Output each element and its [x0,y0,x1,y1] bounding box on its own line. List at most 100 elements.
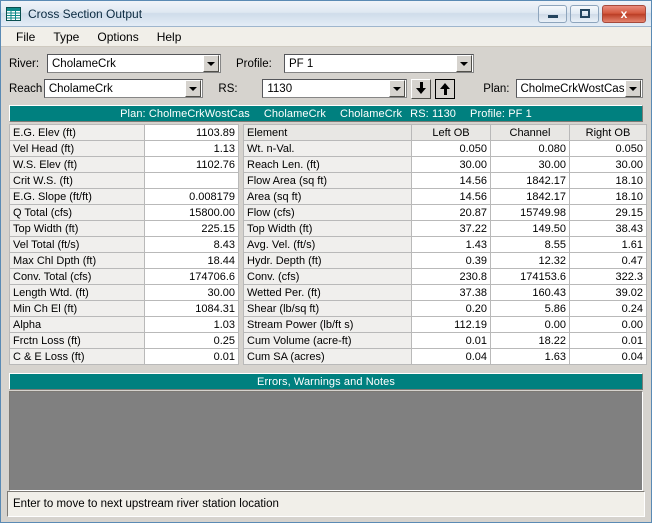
row-label: Top Width (ft) [9,220,145,237]
plan-summary-profile: Profile: PF 1 [470,107,532,120]
row-label: Reach Len. (ft) [243,156,412,173]
minimize-icon [547,15,558,18]
minimize-button[interactable] [538,4,567,23]
cell-right-ob: 0.47 [569,252,647,269]
cell-channel: 174153.6 [490,268,570,285]
cell-channel: 0.00 [490,316,570,333]
errors-panel-title: Errors, Warnings and Notes [9,373,643,390]
row-value: 1.13 [144,140,239,157]
reach-value: CholameCrk [48,82,113,95]
next-downstream-button[interactable] [411,78,432,99]
menu-item-type[interactable]: Type [44,28,88,46]
errors-warnings-notes-panel: Errors, Warnings and Notes [9,373,643,491]
river-profile-row: River: CholameCrk Profile: PF 1 [9,53,643,74]
table-row: Shear (lb/sq ft) 0.20 5.86 0.24 [243,300,647,317]
cell-left-ob: 112.19 [411,316,491,333]
cell-left-ob: 14.56 [411,172,491,189]
row-label: Frctn Loss (ft) [9,332,145,349]
table-row: Reach Len. (ft) 30.00 30.00 30.00 [243,156,647,173]
row-label: Vel Total (ft/s) [9,236,145,253]
status-bar-text: Enter to move to next upstream river sta… [13,498,279,510]
cell-right-ob: 29.15 [569,204,647,221]
reach-dropdown[interactable]: CholameCrk [43,79,204,98]
river-value: CholameCrk [52,57,116,70]
row-label: Vel Head (ft) [9,140,145,157]
rs-dropdown[interactable]: 1130 [262,79,408,98]
cell-channel: 1842.17 [490,188,570,205]
table-row: Stream Power (lb/ft s) 112.19 0.00 0.00 [243,316,647,333]
chevron-down-icon[interactable] [456,55,472,72]
row-label: Length Wtd. (ft) [9,284,145,301]
menu-item-help[interactable]: Help [148,28,191,46]
row-label: Cum SA (acres) [243,348,412,365]
row-label: Cum Volume (acre-ft) [243,332,412,349]
selector-panel: River: CholameCrk Profile: PF 1 Reach Ch… [1,47,651,104]
menu-item-file[interactable]: File [7,28,44,46]
element-table: Element Left OB Channel Right OB Wt. n-V… [243,124,647,365]
row-label: Wetted Per. (ft) [243,284,412,301]
plan-summary-plan: Plan: CholmeCrkWostCas [120,107,250,120]
cell-channel: 149.50 [490,220,570,237]
table-row: Min Ch El (ft) 1084.31 [9,300,239,317]
row-value: 15800.00 [144,204,239,221]
cross-section-output-window: Cross Section Output x File Type Options… [0,0,652,523]
cell-channel: 12.32 [490,252,570,269]
table-row: Q Total (cfs) 15800.00 [9,204,239,221]
table-row: Hydr. Depth (ft) 0.39 12.32 0.47 [243,252,647,269]
table-row: Frctn Loss (ft) 0.25 [9,332,239,349]
row-value: 1103.89 [144,124,239,141]
title-bar: Cross Section Output x [1,1,651,27]
errors-panel-content[interactable] [9,391,643,491]
cell-right-ob: 0.050 [569,140,647,157]
menu-item-options[interactable]: Options [88,28,147,46]
profile-dropdown[interactable]: PF 1 [284,54,474,73]
close-button[interactable]: x [602,4,646,23]
cell-channel: 1.63 [490,348,570,365]
cell-left-ob: 37.22 [411,220,491,237]
cell-channel: 18.22 [490,332,570,349]
cell-right-ob: 39.02 [569,284,647,301]
row-value: 0.25 [144,332,239,349]
table-row: Cum SA (acres) 0.04 1.63 0.04 [243,348,647,365]
row-label: Area (sq ft) [243,188,412,205]
row-label: Hydr. Depth (ft) [243,252,412,269]
cell-right-ob: 0.04 [569,348,647,365]
cell-right-ob: 38.43 [569,220,647,237]
row-label: Avg. Vel. (ft/s) [243,236,412,253]
arrow-down-icon [415,82,427,95]
rs-value: 1130 [267,82,293,95]
row-value: 8.43 [144,236,239,253]
summary-table: E.G. Elev (ft) 1103.89 Vel Head (ft) 1.13 … [9,124,239,365]
chevron-down-icon[interactable] [389,80,406,97]
cell-right-ob: 322.3 [569,268,647,285]
cell-left-ob: 0.20 [411,300,491,317]
table-row: Alpha 1.03 [9,316,239,333]
cell-left-ob: 30.00 [411,156,491,173]
table-row: Flow (cfs) 20.87 15749.98 29.15 [243,204,647,221]
row-value: 1084.31 [144,300,239,317]
maximize-button[interactable] [570,4,599,23]
cell-left-ob: 230.8 [411,268,491,285]
cell-left-ob: 1.43 [411,236,491,253]
chevron-down-icon[interactable] [625,80,642,97]
table-header-row: Element Left OB Channel Right OB [243,124,647,141]
cell-left-ob: 0.39 [411,252,491,269]
table-row: E.G. Slope (ft/ft) 0.008179 [9,188,239,205]
row-value: 1102.76 [144,156,239,173]
table-row: Wetted Per. (ft) 37.38 160.43 39.02 [243,284,647,301]
table-row: Vel Head (ft) 1.13 [9,140,239,157]
row-label: Flow Area (sq ft) [243,172,412,189]
chevron-down-icon[interactable] [185,80,202,97]
river-dropdown[interactable]: CholameCrk [47,54,221,73]
chevron-down-icon[interactable] [203,55,219,72]
plan-summary-reach: CholameCrk [340,107,403,120]
row-label: C & E Loss (ft) [9,348,145,365]
table-row: Crit W.S. (ft) [9,172,239,189]
next-upstream-button[interactable] [435,78,456,99]
cell-left-ob: 37.38 [411,284,491,301]
plan-dropdown[interactable]: CholmeCrkWostCas [515,79,644,98]
output-tables: E.G. Elev (ft) 1103.89 Vel Head (ft) 1.13 … [1,124,651,365]
cell-right-ob: 30.00 [569,156,647,173]
row-label: Max Chl Dpth (ft) [9,252,145,269]
reach-rs-plan-row: Reach CholameCrk RS: 1130 Plan: CholmeCr… [9,78,644,99]
